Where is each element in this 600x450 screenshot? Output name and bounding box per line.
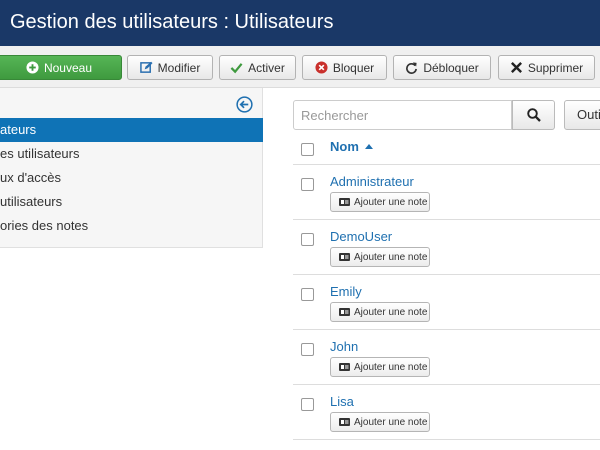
delete-button-label: Supprimer: [527, 60, 584, 75]
sidebar-item-label: ateurs: [0, 122, 37, 137]
sidebar-item-label: ux d'accès: [0, 170, 62, 185]
edit-icon: [139, 61, 153, 73]
plus-circle-icon: [26, 61, 39, 74]
id-card-icon: [339, 253, 350, 261]
add-note-label: Ajouter une note: [354, 251, 428, 263]
row-checkbox[interactable]: [301, 178, 314, 191]
row-checkbox[interactable]: [301, 288, 314, 301]
add-note-label: Ajouter une note: [354, 306, 428, 318]
sidebar-item-label: es utilisateurs: [0, 146, 80, 161]
sidebar: ateurs es utilisateurs ux d'accès utilis…: [0, 88, 263, 248]
check-icon: [230, 63, 243, 74]
table-header: Nom: [293, 130, 600, 165]
sort-ascending-icon: [364, 144, 373, 149]
row-checkbox[interactable]: [301, 398, 314, 411]
add-note-button[interactable]: Ajouter une note: [330, 412, 430, 432]
table-row: Administrateur Ajouter une note: [293, 165, 600, 220]
sidebar-item-users[interactable]: ateurs: [0, 118, 263, 142]
id-card-icon: [339, 198, 350, 206]
user-name-link[interactable]: Administrateur: [330, 174, 414, 189]
collapse-sidebar-icon[interactable]: [236, 96, 253, 113]
add-note-button[interactable]: Ajouter une note: [330, 302, 430, 322]
column-header-name: Nom: [330, 139, 359, 154]
add-note-button[interactable]: Ajouter une note: [330, 357, 430, 377]
sidebar-item-label: utilisateurs: [0, 194, 63, 209]
new-button-label: Nouveau: [43, 60, 93, 75]
row-checkbox[interactable]: [301, 233, 314, 246]
edit-button[interactable]: Modifier: [127, 55, 213, 80]
add-note-label: Ajouter une note: [354, 416, 428, 428]
activate-button[interactable]: Activer: [219, 55, 296, 80]
sidebar-item-user-groups[interactable]: es utilisateurs: [0, 142, 263, 166]
user-name-link[interactable]: John: [330, 339, 358, 354]
search-input[interactable]: [293, 100, 512, 130]
add-note-button[interactable]: Ajouter une note: [330, 192, 430, 212]
sidebar-item-user-notes[interactable]: utilisateurs: [0, 190, 263, 214]
sort-by-name[interactable]: Nom: [330, 139, 373, 154]
table-row: Lisa Ajouter une note: [293, 385, 600, 440]
search-button[interactable]: [512, 100, 555, 130]
unblock-button[interactable]: Débloquer: [393, 55, 491, 80]
delete-button[interactable]: Supprimer: [498, 55, 595, 80]
id-card-icon: [339, 308, 350, 316]
search-tools-button[interactable]: Outi: [564, 100, 600, 130]
sidebar-item-access-levels[interactable]: ux d'accès: [0, 166, 263, 190]
row-checkbox[interactable]: [301, 343, 314, 356]
table-row: John Ajouter une note: [293, 330, 600, 385]
search-icon: [526, 108, 541, 122]
block-button-label: Bloquer: [332, 60, 375, 75]
page-header: Gestion des utilisateurs : Utilisateurs: [0, 0, 600, 46]
sidebar-item-label: ories des notes: [0, 218, 89, 233]
add-note-button[interactable]: Ajouter une note: [330, 247, 430, 267]
id-card-icon: [339, 363, 350, 371]
refresh-icon: [406, 62, 418, 74]
user-name-link[interactable]: DemoUser: [330, 229, 392, 244]
activate-button-label: Activer: [248, 60, 285, 75]
select-all-checkbox[interactable]: [301, 143, 314, 156]
sidebar-item-note-categories[interactable]: ories des notes: [0, 214, 263, 238]
block-icon: [315, 61, 328, 74]
add-note-label: Ajouter une note: [354, 196, 428, 208]
page-title: Gestion des utilisateurs : Utilisateurs: [10, 11, 334, 33]
id-card-icon: [339, 418, 350, 426]
edit-button-label: Modifier: [157, 60, 201, 75]
toolbar: Nouveau Modifier Activer Bloquer Débloqu…: [0, 46, 600, 88]
user-name-link[interactable]: Lisa: [330, 394, 354, 409]
block-button[interactable]: Bloquer: [302, 55, 387, 80]
close-icon: [510, 62, 522, 73]
new-button[interactable]: Nouveau: [0, 55, 122, 80]
table-row: DemoUser Ajouter une note: [293, 220, 600, 275]
table-row: Emily Ajouter une note: [293, 275, 600, 330]
unblock-button-label: Débloquer: [423, 60, 479, 75]
user-name-link[interactable]: Emily: [330, 284, 362, 299]
add-note-label: Ajouter une note: [354, 361, 428, 373]
